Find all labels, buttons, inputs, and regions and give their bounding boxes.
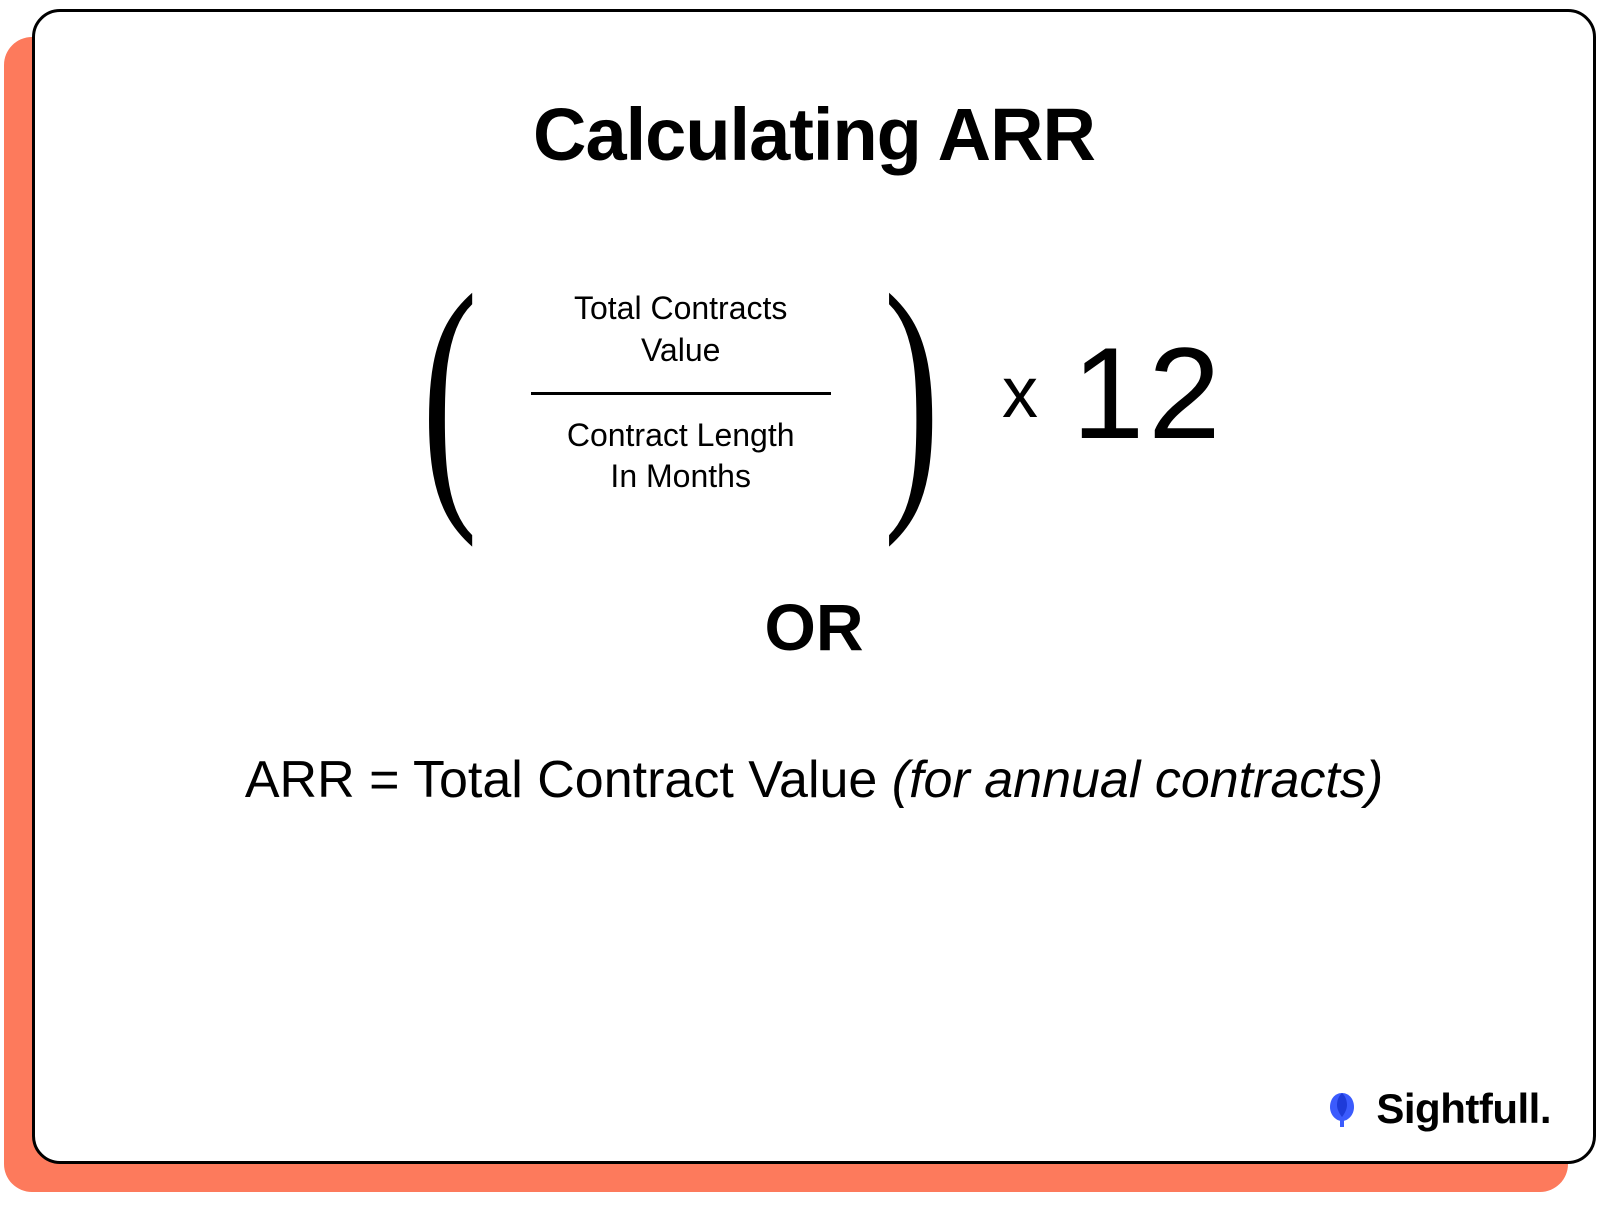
denominator-line1: Contract Length: [567, 417, 795, 453]
right-paren-icon: ): [883, 267, 939, 519]
multiply-symbol: x: [1002, 352, 1038, 434]
fraction-numerator: Total Contracts Value: [574, 288, 787, 371]
denominator-line2: In Months: [610, 458, 751, 494]
alt-formula-suffix: (for annual contracts): [892, 751, 1383, 809]
fraction-divider-icon: [531, 392, 831, 395]
sightfull-tulip-icon: [1320, 1087, 1364, 1131]
alt-formula: ARR = Total Contract Value (for annual c…: [245, 745, 1383, 815]
fraction-denominator: Contract Length In Months: [567, 415, 795, 498]
page-title: Calculating ARR: [533, 92, 1095, 177]
or-separator: OR: [765, 589, 864, 665]
left-paren-icon: (: [422, 267, 478, 519]
brand-name: Sightfull.: [1376, 1085, 1551, 1133]
numerator-line2: Value: [641, 332, 720, 368]
brand-logo: Sightfull.: [1320, 1085, 1551, 1133]
multiplier-value: 12: [1072, 318, 1225, 468]
formula-row: ( Total Contracts Value Contract Length …: [403, 267, 1224, 519]
fraction: Total Contracts Value Contract Length In…: [521, 288, 841, 497]
numerator-line1: Total Contracts: [574, 290, 787, 326]
main-card: Calculating ARR ( Total Contracts Value …: [32, 9, 1596, 1164]
alt-formula-prefix: ARR = Total Contract Value: [245, 751, 892, 809]
